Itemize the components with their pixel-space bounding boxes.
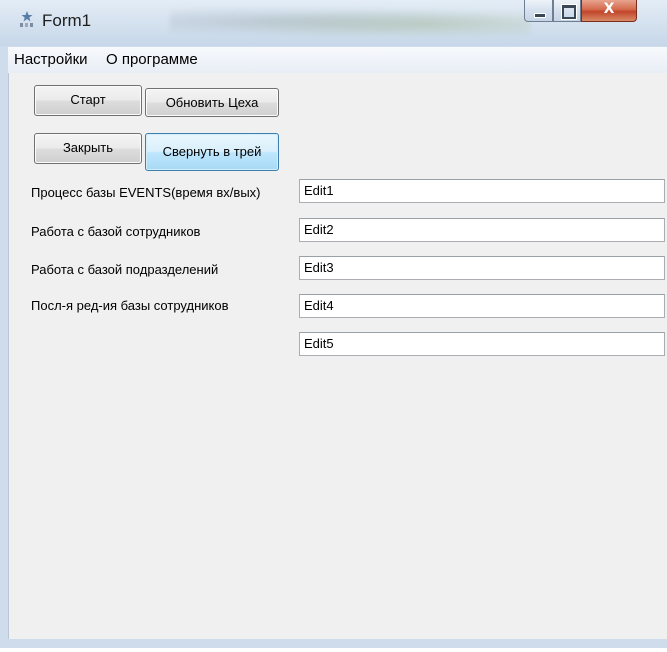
maximize-button[interactable] bbox=[553, 0, 581, 22]
maximize-icon bbox=[561, 4, 577, 20]
menu-bar: Настройки О программе bbox=[8, 47, 667, 74]
edit5-field[interactable]: Edit5 bbox=[299, 332, 665, 356]
events-process-field[interactable]: Edit1 bbox=[299, 179, 665, 203]
last-edit-employees-field[interactable]: Edit4 bbox=[299, 294, 665, 318]
start-button[interactable]: Старт bbox=[34, 85, 142, 116]
close-button[interactable]: Закрыть bbox=[34, 133, 142, 164]
form-client-area: Старт Обновить Цеха Закрыть Свернуть в т… bbox=[8, 73, 667, 639]
title-bar[interactable]: Form1 X bbox=[0, 0, 667, 46]
minimize-icon bbox=[534, 13, 546, 18]
minimize-to-tray-button[interactable]: Свернуть в трей bbox=[145, 133, 279, 171]
close-icon: X bbox=[603, 1, 615, 17]
menu-item-settings[interactable]: Настройки bbox=[12, 51, 90, 68]
refresh-shops-button[interactable]: Обновить Цеха bbox=[145, 88, 279, 117]
close-window-button[interactable]: X bbox=[581, 0, 637, 22]
window-title: Form1 bbox=[42, 11, 92, 30]
last-edit-employees-label: Посл-я ред-ия базы сотрудников bbox=[31, 298, 229, 313]
application-window: Form1 X Настройки О программе Старт Обно… bbox=[0, 0, 667, 648]
menu-item-about[interactable]: О программе bbox=[104, 51, 200, 68]
minimize-button[interactable] bbox=[524, 0, 553, 22]
title-bar-background bbox=[170, 6, 530, 36]
departments-db-label: Работа с базой подразделений bbox=[31, 262, 219, 277]
employees-db-field[interactable]: Edit2 bbox=[299, 218, 665, 242]
app-icon[interactable] bbox=[18, 10, 36, 30]
employees-db-label: Работа с базой сотрудников bbox=[31, 224, 201, 239]
departments-db-field[interactable]: Edit3 bbox=[299, 256, 665, 280]
events-process-label: Процесс базы EVENTS(время вх/вых) bbox=[31, 185, 261, 200]
window-bottom-border bbox=[8, 639, 667, 642]
